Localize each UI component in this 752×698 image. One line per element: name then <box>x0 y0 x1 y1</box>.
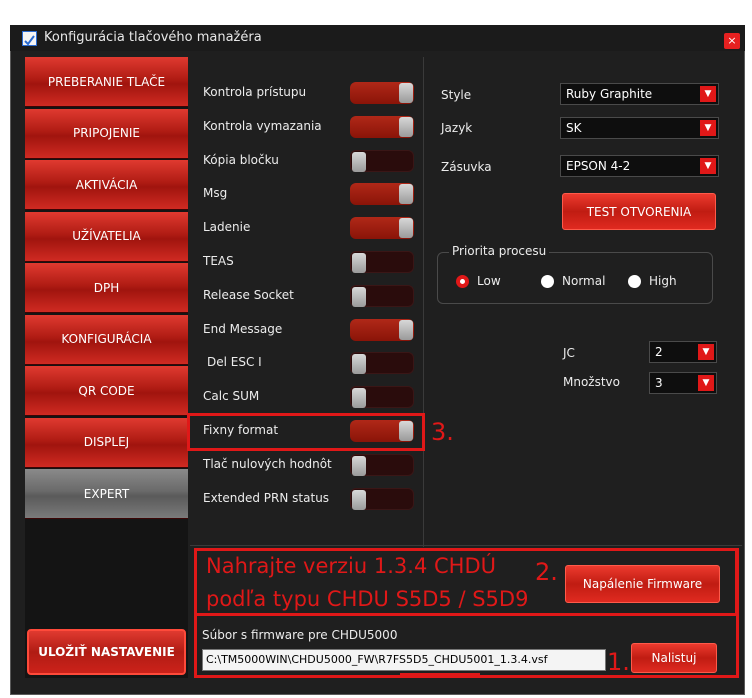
window-title: Konfigurácia tlačového manažéra <box>44 30 262 45</box>
toggle-knob <box>399 116 413 137</box>
nav-item-label: UŽÍVATELIA <box>72 229 141 243</box>
toggle-switch[interactable] <box>350 149 414 172</box>
toggle-switch[interactable] <box>350 352 414 375</box>
toggle-switch[interactable] <box>350 183 414 206</box>
save-settings-button[interactable]: ULOŽIŤ NASTAVENIE <box>27 629 186 675</box>
toggle-switch[interactable] <box>350 115 414 138</box>
annotation-step3: 3. <box>431 418 454 446</box>
horizontal-divider <box>190 545 742 546</box>
toggle-label: Release Socket <box>203 287 294 302</box>
toggle-switch[interactable] <box>350 318 414 341</box>
toggle-switch[interactable] <box>350 251 414 273</box>
toggle-knob <box>399 184 413 205</box>
toggle-switch[interactable] <box>350 386 414 409</box>
chevron-down-icon: ▼ <box>700 158 716 174</box>
toggle-switch[interactable] <box>350 487 414 510</box>
toggle-knob <box>352 151 366 172</box>
nav-item-label: KONFIGURÁCIA <box>61 332 152 346</box>
jazyk-label: Jazyk <box>441 121 473 135</box>
mnozstvo-select-value: 3 <box>655 376 663 390</box>
nav-item-9[interactable]: EXPERT <box>25 469 188 519</box>
style-select-value: Ruby Graphite <box>566 87 653 101</box>
test-open-button[interactable]: TEST OTVORENIA <box>562 193 716 230</box>
toggle-label: Ladenie <box>203 220 251 235</box>
chevron-down-icon: ▼ <box>698 344 714 360</box>
nav-item-4[interactable]: UŽÍVATELIA <box>25 211 188 262</box>
priority-low-radio[interactable] <box>456 275 469 288</box>
toggle-knob <box>399 319 413 340</box>
priority-high-label: High <box>649 274 677 288</box>
mnozstvo-select[interactable]: 3 ▼ <box>649 372 717 394</box>
zasuvka-label: Zásuvka <box>441 160 492 174</box>
jazyk-select-value: SK <box>566 121 582 135</box>
annotation-box-fixny-format <box>187 413 425 451</box>
toggle-switch[interactable] <box>350 82 414 104</box>
toggle-switch[interactable] <box>350 217 414 240</box>
nav-item-7[interactable]: QR CODE <box>25 366 188 416</box>
priority-low-label: Low <box>477 274 501 288</box>
nav-item-label: PREBERANIE TLAČE <box>47 74 166 89</box>
toggle-label: Del ESC I <box>207 355 262 370</box>
toggle-label: Kontrola vymazania <box>203 118 322 133</box>
toggle-knob <box>352 286 366 307</box>
annotation-instruction-line1: Nahrajte verziu 1.3.4 CHDÚ <box>206 554 496 578</box>
vertical-divider <box>423 57 424 547</box>
toggle-knob <box>352 489 366 510</box>
nav-item-1[interactable]: PREBERANIE TLAČE <box>25 57 188 107</box>
annotation-step1: 1. <box>607 648 630 676</box>
nav-item-label: QR CODE <box>78 383 135 398</box>
toggle-knob <box>352 388 366 409</box>
nav-item-label: DPH <box>93 280 120 295</box>
priority-normal-radio[interactable] <box>541 275 554 288</box>
style-select[interactable]: Ruby Graphite ▼ <box>560 83 719 105</box>
toggle-label: TEAS <box>203 254 234 268</box>
jc-label: JC <box>563 346 575 360</box>
nav-item-8[interactable]: DISPLEJ <box>25 417 188 468</box>
toggle-knob <box>352 253 366 273</box>
jazyk-select[interactable]: SK ▼ <box>560 117 719 139</box>
nav-item-label: EXPERT <box>83 486 130 501</box>
close-button[interactable]: × <box>724 33 740 49</box>
annotation-step2: 2. <box>535 558 558 586</box>
chevron-down-icon: ▼ <box>700 120 716 136</box>
jc-select[interactable]: 2 ▼ <box>649 341 717 363</box>
toggle-knob <box>399 83 413 103</box>
toggle-label: End Message <box>203 321 283 336</box>
priority-title: Priorita procesu <box>449 244 550 258</box>
toggle-label: Kópia bločku <box>203 152 279 167</box>
annotation-instruction-line2: podľa typu CHDU S5D5 / S5D9 <box>206 587 529 611</box>
chevron-down-icon: ▼ <box>698 375 714 391</box>
nav-item-label: AKTIVÁCIA <box>75 177 138 192</box>
toggle-label: Calc SUM <box>203 389 260 404</box>
toggle-label: Msg <box>203 186 228 201</box>
toggle-knob <box>352 354 366 375</box>
priority-high-radio[interactable] <box>628 275 641 288</box>
nav-item-3[interactable]: AKTIVÁCIA <box>25 160 188 210</box>
toggle-switch[interactable] <box>350 284 414 307</box>
zasuvka-select-value: EPSON 4-2 <box>566 159 631 173</box>
app-checkbox-icon <box>22 31 37 46</box>
toggle-label: Extended PRN status <box>203 490 330 505</box>
style-label: Style <box>441 88 472 102</box>
jc-select-value: 2 <box>655 345 663 359</box>
toggle-knob <box>399 218 413 239</box>
toggle-label: Kontrola prístupu <box>203 85 307 99</box>
toggle-switch[interactable] <box>350 453 414 476</box>
zasuvka-select[interactable]: EPSON 4-2 ▼ <box>560 155 719 177</box>
chevron-down-icon: ▼ <box>700 86 716 102</box>
nav-item-label: PRIPOJENIE <box>72 126 140 140</box>
mnozstvo-label: Množstvo <box>563 375 620 389</box>
nav-item-2[interactable]: PRIPOJENIE <box>25 108 188 159</box>
nav-item-6[interactable]: KONFIGURÁCIA <box>25 314 188 365</box>
nav-item-5[interactable]: DPH <box>25 263 188 313</box>
priority-normal-label: Normal <box>562 274 606 288</box>
toggle-knob <box>352 455 366 476</box>
nav-item-label: DISPLEJ <box>83 435 130 449</box>
toggle-label: Tlač nulových hodnôt <box>203 456 332 471</box>
